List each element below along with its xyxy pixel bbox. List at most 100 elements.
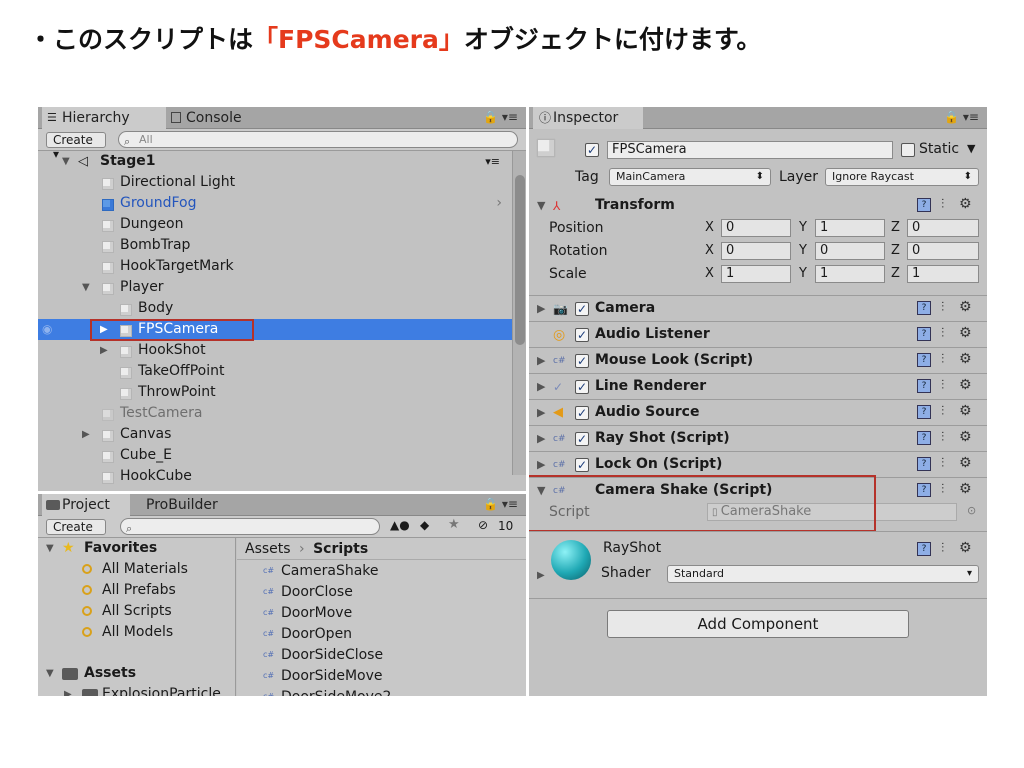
expand-arrow-icon[interactable]: ▶ xyxy=(537,302,545,315)
collapse-arrow-icon[interactable]: ▼ xyxy=(82,277,90,298)
preset-icon[interactable]: ⫶ xyxy=(941,541,944,556)
help-icon[interactable]: ? xyxy=(917,198,931,212)
list-item[interactable]: HookCube xyxy=(38,466,508,487)
component-transform[interactable]: ▼ ⅄ Transform ? ⫶ ⚙ xyxy=(529,193,987,219)
list-item[interactable]: ▼ Player xyxy=(38,277,508,298)
list-item[interactable]: TestCamera xyxy=(38,403,508,424)
axis-z-label[interactable]: Z xyxy=(891,266,900,281)
component-audio-listener[interactable]: ◎ ✓ Audio Listener ? ⫶ ⚙ xyxy=(529,321,987,347)
help-icon[interactable]: ? xyxy=(917,431,931,445)
search-input[interactable]: ⌕ All xyxy=(118,131,518,148)
axis-z-label[interactable]: Z xyxy=(891,243,900,258)
component-mouse-look[interactable]: ▶ c# ✓ Mouse Look (Script) ? ⫶ ⚙ xyxy=(529,347,987,373)
enabled-checkbox[interactable]: ✓ xyxy=(575,406,589,420)
component-line-renderer[interactable]: ▶ ✓ ✓ Line Renderer ? ⫶ ⚙ xyxy=(529,373,987,399)
position-z-field[interactable]: 0 xyxy=(907,219,979,237)
tab-inspector[interactable]: ⓘ Inspector xyxy=(533,107,643,129)
help-icon[interactable]: ? xyxy=(917,301,931,315)
scene-row[interactable]: ▼ ◁ Stage1 ▾≡ xyxy=(38,151,508,172)
axis-x-label[interactable]: X xyxy=(705,266,714,281)
tab-project[interactable]: Project xyxy=(42,494,130,516)
scene-menu-icon[interactable]: ▾≡ xyxy=(485,151,500,172)
list-item[interactable]: TakeOffPoint xyxy=(38,361,508,382)
list-item[interactable]: BombTrap xyxy=(38,235,508,256)
list-item[interactable]: Directional Light xyxy=(38,172,508,193)
expand-arrow-icon[interactable]: ▶ xyxy=(537,570,545,581)
preset-icon[interactable]: ⫶ xyxy=(941,326,944,341)
hierarchy-scrollbar[interactable] xyxy=(512,151,526,475)
create-button[interactable]: Create ▾ xyxy=(46,519,106,548)
gear-icon[interactable]: ⚙ xyxy=(959,325,972,341)
preset-icon[interactable]: ⫶ xyxy=(941,300,944,315)
layer-dropdown[interactable]: Ignore Raycast ⬍ xyxy=(825,168,979,186)
list-item[interactable]: Dungeon xyxy=(38,214,508,235)
rotation-y-field[interactable]: 0 xyxy=(815,242,885,260)
axis-x-label[interactable]: X xyxy=(705,243,714,258)
help-icon[interactable]: ? xyxy=(917,483,931,497)
breadcrumb-root[interactable]: Assets xyxy=(245,541,291,557)
gear-icon[interactable]: ⚙ xyxy=(959,403,972,419)
preset-icon[interactable]: ⫶ xyxy=(941,430,944,445)
object-name-field[interactable]: FPSCamera xyxy=(607,141,893,159)
axis-z-label[interactable]: Z xyxy=(891,220,900,235)
list-item[interactable]: ▶ HookShot xyxy=(38,340,508,361)
help-icon[interactable]: ? xyxy=(917,457,931,471)
preset-icon[interactable]: ⫶ xyxy=(941,197,944,212)
help-icon[interactable]: ? xyxy=(917,405,931,419)
hidden-packages-icon[interactable]: ⊘ xyxy=(478,518,488,532)
scrollbar-thumb[interactable] xyxy=(515,175,525,345)
tab-hierarchy[interactable]: ☰ Hierarchy xyxy=(42,107,166,129)
label-tag-icon[interactable]: ◆ xyxy=(420,518,429,532)
gear-icon[interactable]: ⚙ xyxy=(959,196,972,212)
rotation-x-field[interactable]: 0 xyxy=(721,242,791,260)
enabled-checkbox[interactable]: ✓ xyxy=(575,328,589,342)
tag-dropdown[interactable]: MainCamera ⬍ xyxy=(609,168,771,186)
list-item[interactable]: ▶ Canvas xyxy=(38,424,508,445)
enabled-checkbox[interactable]: ✓ xyxy=(575,458,589,472)
scale-z-field[interactable]: 1 xyxy=(907,265,979,283)
expand-arrow-icon[interactable]: ▶ xyxy=(82,424,90,445)
preset-icon[interactable]: ⫶ xyxy=(941,404,944,419)
tab-console[interactable]: Console xyxy=(166,107,266,129)
expand-arrow-icon[interactable]: ▶ xyxy=(537,406,545,419)
gear-icon[interactable]: ⚙ xyxy=(959,481,972,497)
list-item[interactable]: GroundFog › xyxy=(38,193,508,214)
visibility-eye-icon[interactable]: ◉ xyxy=(42,319,52,340)
list-item[interactable]: ThrowPoint xyxy=(38,382,508,403)
gear-icon[interactable]: ⚙ xyxy=(959,429,972,445)
preset-icon[interactable]: ⫶ xyxy=(941,378,944,393)
component-lock-on[interactable]: ▶ c# ✓ Lock On (Script) ? ⫶ ⚙ xyxy=(529,451,987,477)
expand-arrow-icon[interactable]: ▶ xyxy=(537,380,545,393)
enabled-checkbox[interactable]: ✓ xyxy=(575,302,589,316)
panel-menu-icon[interactable]: 🔒 ▾≡ xyxy=(944,110,979,124)
collapse-arrow-icon[interactable]: ▼ xyxy=(62,151,70,172)
breadcrumb-current[interactable]: Scripts xyxy=(313,541,368,557)
static-dropdown-icon[interactable]: ▼ xyxy=(967,142,975,155)
help-icon[interactable]: ? xyxy=(917,542,931,556)
help-icon[interactable]: ? xyxy=(917,379,931,393)
enabled-checkbox[interactable]: ✓ xyxy=(575,380,589,394)
expand-arrow-icon[interactable]: ▶ xyxy=(537,432,545,445)
static-checkbox[interactable] xyxy=(901,143,915,157)
add-component-button[interactable]: Add Component xyxy=(607,610,909,638)
expand-arrow-icon[interactable]: ▶ xyxy=(537,354,545,367)
preset-icon[interactable]: ⫶ xyxy=(941,482,944,497)
help-icon[interactable]: ? xyxy=(917,327,931,341)
expand-arrow-icon[interactable]: ▶ xyxy=(64,684,72,696)
search-input[interactable]: ⌕ xyxy=(120,518,380,535)
help-icon[interactable]: ? xyxy=(917,353,931,367)
gear-icon[interactable]: ⚙ xyxy=(959,540,972,556)
component-ray-shot[interactable]: ▶ c# ✓ Ray Shot (Script) ? ⫶ ⚙ xyxy=(529,425,987,451)
list-item[interactable]: Body xyxy=(38,298,508,319)
scale-x-field[interactable]: 1 xyxy=(721,265,791,283)
gear-icon[interactable]: ⚙ xyxy=(959,455,972,471)
chevron-right-icon[interactable]: › xyxy=(496,193,502,214)
favorites-row[interactable]: ▼ ★ Favorites xyxy=(38,538,236,559)
component-audio-source[interactable]: ▶ ◀ ✓ Audio Source ? ⫶ ⚙ xyxy=(529,399,987,425)
list-item[interactable]: Cube_E xyxy=(38,445,508,466)
create-button[interactable]: Create ▾ xyxy=(46,132,106,161)
collapse-arrow-icon[interactable]: ▼ xyxy=(46,663,54,684)
expand-arrow-icon[interactable]: ▶ xyxy=(100,340,108,361)
list-item[interactable]: HookTargetMark xyxy=(38,256,508,277)
position-y-field[interactable]: 1 xyxy=(815,219,885,237)
